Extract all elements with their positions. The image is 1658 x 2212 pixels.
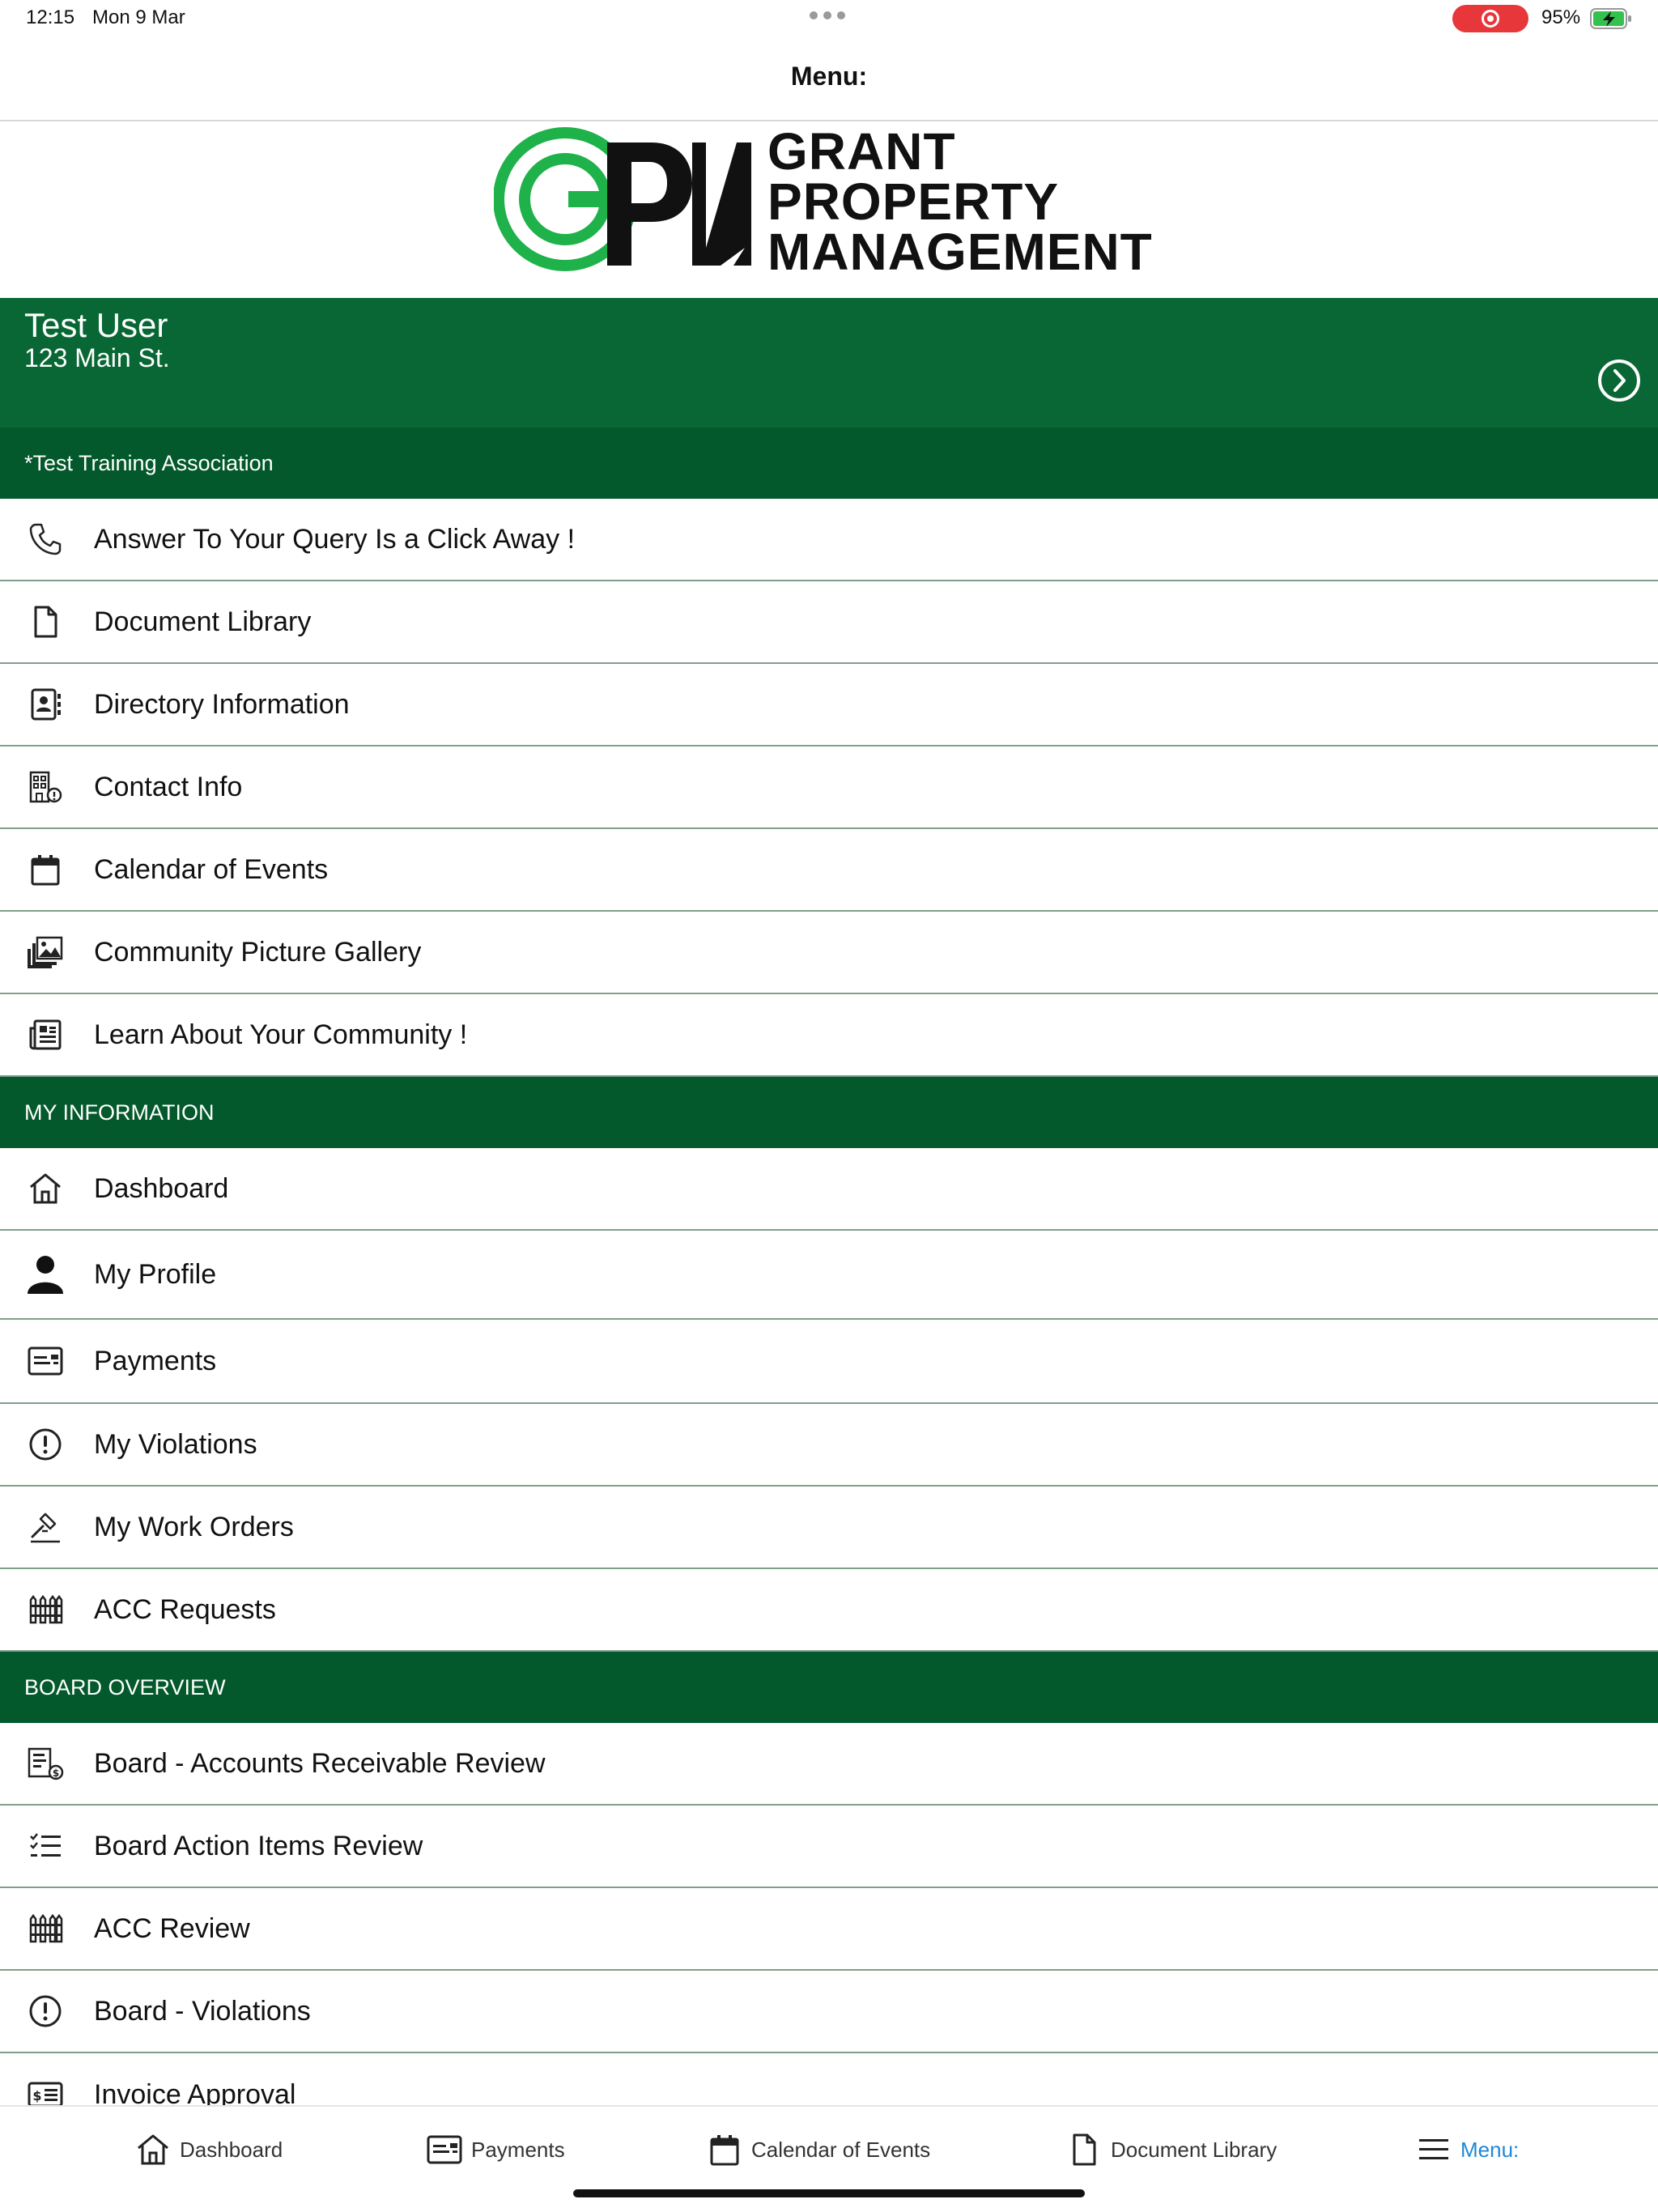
menu-item-label: Board Action Items Review (94, 1830, 423, 1861)
battery-charging-icon (1590, 8, 1631, 29)
menu-item-label: My Violations (94, 1428, 257, 1460)
menu-item-label: Board - Violations (94, 1995, 311, 2027)
menu-item-accounts-receivable[interactable]: $ Board - Accounts Receivable Review (0, 1723, 1658, 1806)
tab-label: Document Library (1111, 2137, 1278, 2162)
building-info-icon (26, 768, 65, 806)
person-icon (26, 1255, 65, 1294)
home-icon (134, 2131, 172, 2168)
status-bar: 12:15 Mon 9 Mar 95% (0, 0, 1658, 39)
menu-item-gallery[interactable]: Community Picture Gallery (0, 912, 1658, 994)
battery-percentage: 95% (1541, 6, 1581, 28)
menu-item-label: ACC Requests (94, 1593, 276, 1625)
checklist-icon (26, 1827, 65, 1865)
association-label: *Test Training Association (24, 450, 274, 475)
phone-icon (26, 520, 65, 559)
menu-item-contact-info[interactable]: Contact Info (0, 747, 1658, 829)
menu-item-directory[interactable]: Directory Information (0, 664, 1658, 747)
chevron-right-circle-icon[interactable] (1596, 358, 1642, 403)
svg-text:$: $ (53, 1767, 59, 1779)
user-name: Test User (24, 306, 168, 344)
tab-label: Payments (471, 2137, 565, 2162)
document-icon (1065, 2131, 1103, 2168)
calendar-icon (706, 2131, 743, 2168)
newspaper-icon (26, 1015, 65, 1054)
tab-label: Calendar of Events (751, 2137, 931, 2162)
home-icon (26, 1169, 65, 1208)
alert-circle-icon (26, 1992, 65, 2031)
fence-icon (26, 1590, 65, 1629)
gallery-icon (26, 933, 65, 972)
menu-icon (1415, 2131, 1452, 2168)
tab-dashboard[interactable]: Dashboard (134, 2131, 283, 2168)
menu-item-dashboard[interactable]: Dashboard (0, 1148, 1658, 1231)
section-title: MY INFORMATION (24, 1100, 215, 1125)
status-date: Mon 9 Mar (92, 6, 185, 28)
tab-menu[interactable]: Menu: (1415, 2131, 1519, 2168)
menu-item-label: Payments (94, 1345, 217, 1376)
home-indicator[interactable] (573, 2189, 1085, 2197)
menu-item-label: My Profile (94, 1258, 217, 1290)
logo-line-2: PROPERTY (767, 172, 1060, 231)
menu-item-learn-community[interactable]: Learn About Your Community ! (0, 994, 1658, 1077)
menu-item-acc-review[interactable]: ACC Review (0, 1888, 1658, 1971)
status-time: 12:15 (26, 6, 75, 28)
section-header-board-overview: BOARD OVERVIEW (0, 1652, 1658, 1723)
menu-item-label: ACC Review (94, 1912, 250, 1944)
menu-item-my-violations[interactable]: My Violations (0, 1404, 1658, 1487)
company-logo: GRANT PROPERTY MANAGEMENT (493, 122, 1166, 281)
menu-item-label: Contact Info (94, 771, 243, 802)
menu-item-label: Community Picture Gallery (94, 936, 422, 968)
tab-document-library[interactable]: Document Library (1065, 2131, 1277, 2168)
payment-card-icon (26, 1342, 65, 1380)
menu-item-calendar[interactable]: Calendar of Events (0, 829, 1658, 912)
multitasking-dots-icon[interactable] (810, 11, 845, 19)
association-header: *Test Training Association (0, 428, 1658, 499)
logo-line-1: GRANT (767, 122, 956, 181)
contact-book-icon (26, 685, 65, 724)
menu-item-label: Document Library (94, 606, 312, 637)
menu-item-label: Board - Accounts Receivable Review (94, 1747, 546, 1779)
tab-label: Menu: (1460, 2137, 1520, 2162)
document-icon (26, 602, 65, 641)
menu-item-label: Calendar of Events (94, 853, 329, 885)
menu-item-label: My Work Orders (94, 1511, 294, 1542)
tab-calendar-of-events[interactable]: Calendar of Events (706, 2131, 930, 2168)
menu-item-board-action-items[interactable]: Board Action Items Review (0, 1806, 1658, 1888)
user-address: 123 Main St. (24, 343, 170, 372)
menu-item-label: Dashboard (94, 1172, 229, 1204)
tab-label: Dashboard (180, 2137, 283, 2162)
logo-line-3: MANAGEMENT (767, 223, 1153, 281)
menu-item-board-violations[interactable]: Board - Violations (0, 1971, 1658, 2053)
menu-item-label: Answer To Your Query Is a Click Away ! (94, 523, 576, 555)
menu-item-acc-requests[interactable]: ACC Requests (0, 1569, 1658, 1652)
gpm-monogram-icon (493, 127, 751, 271)
menu-item-payments[interactable]: Payments (0, 1320, 1658, 1404)
svg-text:$: $ (32, 2088, 41, 2104)
fence-icon (26, 1909, 65, 1948)
menu-item-document-library[interactable]: Document Library (0, 581, 1658, 664)
alert-circle-icon (26, 1425, 65, 1464)
record-icon (1482, 10, 1499, 28)
tab-payments[interactable]: Payments (426, 2131, 565, 2168)
calendar-icon (26, 850, 65, 889)
payment-card-icon (426, 2131, 463, 2168)
hammer-icon (26, 1508, 65, 1546)
menu-item-my-profile[interactable]: My Profile (0, 1231, 1658, 1320)
section-title: BOARD OVERVIEW (24, 1674, 226, 1699)
menu-item-query[interactable]: Answer To Your Query Is a Click Away ! (0, 499, 1658, 581)
menu-item-label: Learn About Your Community ! (94, 1019, 468, 1050)
screen-recording-indicator[interactable] (1452, 5, 1528, 32)
section-header-my-information: MY INFORMATION (0, 1077, 1658, 1148)
receivable-icon: $ (26, 1744, 65, 1783)
user-banner[interactable]: Test User 123 Main St. (0, 298, 1658, 428)
page-title: Menu: (790, 62, 868, 91)
header-divider (0, 120, 1658, 121)
logo-wordmark: GRANT PROPERTY MANAGEMENT (767, 122, 1153, 281)
menu-item-label: Directory Information (94, 688, 350, 720)
menu-item-my-work-orders[interactable]: My Work Orders (0, 1487, 1658, 1569)
